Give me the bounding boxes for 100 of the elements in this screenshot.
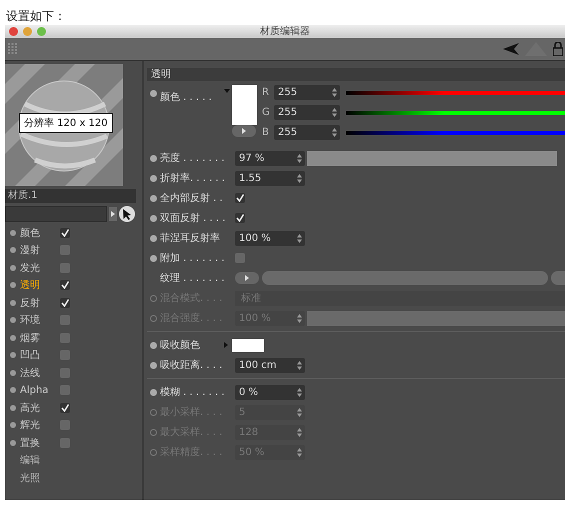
color-swatch[interactable] bbox=[232, 338, 264, 352]
channel-dot bbox=[10, 247, 16, 254]
channel-dot bbox=[10, 370, 16, 376]
channel-checkbox[interactable] bbox=[60, 262, 70, 273]
channel-checkbox[interactable] bbox=[60, 315, 70, 326]
parameter-checkbox[interactable] bbox=[235, 253, 245, 263]
material-name-field[interactable]: 材质.1 bbox=[5, 189, 136, 203]
channel-item[interactable]: 高光 bbox=[20, 400, 56, 415]
channel-checkbox[interactable] bbox=[60, 350, 70, 360]
channel-dot bbox=[10, 282, 16, 288]
channel-letter: B bbox=[262, 127, 270, 138]
parameter-label: 吸收颜色 bbox=[160, 338, 201, 352]
value-field[interactable]: 0 % bbox=[235, 384, 305, 400]
channel-item[interactable]: 颜色 bbox=[20, 226, 56, 240]
value-field[interactable]: 97 % bbox=[235, 150, 305, 166]
slider-fill[interactable] bbox=[307, 150, 558, 166]
section-header: 透明 bbox=[147, 68, 565, 81]
channel-checkbox[interactable] bbox=[60, 438, 70, 448]
channel-item[interactable]: 光照 bbox=[20, 470, 56, 485]
channel-checkbox[interactable] bbox=[60, 280, 70, 290]
pointer-icon[interactable] bbox=[119, 206, 135, 222]
spinner-icon[interactable] bbox=[297, 428, 302, 436]
parameter-label: 折射率. . . . . . bbox=[160, 172, 226, 185]
channel-checkbox[interactable] bbox=[60, 298, 70, 308]
parameter-label: 全内部反射 . . bbox=[160, 192, 224, 205]
channel-dot bbox=[10, 264, 16, 271]
spinner-icon[interactable] bbox=[332, 88, 337, 97]
spinner-icon[interactable] bbox=[297, 360, 302, 370]
channel-item[interactable]: 透明 bbox=[20, 278, 56, 292]
value-field[interactable]: 100 cm bbox=[235, 358, 305, 372]
spinner-icon[interactable] bbox=[297, 234, 302, 242]
channel-item[interactable]: 反射 bbox=[20, 296, 56, 310]
resolution-tooltip: 分辨率 120 x 120 bbox=[19, 113, 113, 133]
channel-checkbox[interactable] bbox=[60, 420, 70, 430]
channel-item[interactable]: 凹凸 bbox=[20, 348, 56, 362]
window-title: 材质编辑器 bbox=[260, 25, 310, 38]
channel-letter: G bbox=[262, 107, 271, 118]
channel-item[interactable]: 法线 bbox=[20, 366, 56, 380]
parameter-checkbox[interactable] bbox=[235, 193, 245, 203]
spinner-icon[interactable] bbox=[297, 314, 302, 322]
parameter-label: 附加 . . . . . . . bbox=[160, 252, 226, 265]
parameter-label: 纹理 . . . . . . . bbox=[160, 272, 226, 285]
spinner-icon[interactable] bbox=[297, 174, 302, 182]
spinner-icon[interactable] bbox=[297, 388, 302, 396]
search-field[interactable] bbox=[5, 206, 107, 222]
expand-button[interactable] bbox=[235, 272, 259, 284]
channel-item[interactable]: 环境 bbox=[20, 313, 56, 328]
channel-item[interactable]: 辉光 bbox=[20, 418, 56, 432]
channel-item[interactable]: 编辑 bbox=[20, 453, 56, 468]
channel-checkbox[interactable] bbox=[60, 228, 70, 238]
close-button[interactable] bbox=[9, 27, 18, 36]
channel-checkbox[interactable] bbox=[60, 385, 70, 396]
value-field[interactable]: 100 % bbox=[235, 230, 305, 246]
spinner-icon[interactable] bbox=[332, 128, 337, 137]
channel-item[interactable]: 置换 bbox=[20, 436, 56, 450]
intro-text: 设置如下： bbox=[5, 8, 67, 25]
minimize-button[interactable] bbox=[23, 27, 32, 36]
channel-letter: R bbox=[262, 87, 270, 98]
zoom-button[interactable] bbox=[37, 27, 46, 36]
expand-button[interactable] bbox=[232, 125, 256, 137]
channel-dot bbox=[10, 387, 16, 394]
parameter-label: 双面反射 . . . . bbox=[160, 212, 226, 225]
channel-dot bbox=[10, 404, 16, 411]
lock-icon[interactable] bbox=[553, 42, 563, 56]
parameter-checkbox[interactable] bbox=[235, 213, 245, 223]
channel-checkbox[interactable] bbox=[60, 368, 70, 378]
parameter-label: 亮度 . . . . . . . bbox=[160, 152, 226, 165]
play-icon bbox=[242, 128, 246, 134]
channel-item[interactable]: 漫射 bbox=[20, 243, 56, 258]
channel-item[interactable]: Alpha bbox=[20, 384, 56, 396]
channel-item[interactable]: 烟雾 bbox=[20, 330, 56, 345]
spinner-icon[interactable] bbox=[297, 408, 302, 416]
channel-checkbox[interactable] bbox=[60, 402, 70, 413]
channel-item[interactable]: 发光 bbox=[20, 260, 56, 275]
value-field[interactable]: 255 bbox=[274, 85, 340, 100]
channel-checkbox[interactable] bbox=[60, 245, 70, 256]
color-gradient-slider[interactable] bbox=[346, 130, 565, 134]
channel-dot bbox=[10, 422, 16, 428]
caret-icon[interactable] bbox=[224, 89, 230, 93]
parameter-label: 吸收距离. . . . bbox=[160, 358, 224, 372]
color-swatch[interactable] bbox=[232, 85, 257, 125]
value-field[interactable]: 255 bbox=[274, 105, 340, 120]
expand-button[interactable] bbox=[109, 207, 117, 221]
channel-dot bbox=[10, 440, 16, 446]
channel-checkbox[interactable] bbox=[60, 332, 70, 343]
play-icon bbox=[111, 211, 115, 217]
parameter-label: 颜色 . . . . . bbox=[160, 90, 213, 104]
back-arrow-icon[interactable] bbox=[503, 43, 519, 55]
value-field[interactable]: 255 bbox=[274, 125, 340, 140]
value-field[interactable]: 1.55 bbox=[235, 170, 305, 186]
channel-dot bbox=[10, 334, 16, 341]
parameter-label: 菲涅耳反射率 bbox=[160, 232, 221, 245]
spinner-icon[interactable] bbox=[332, 108, 337, 117]
parameter-label: 模糊 . . . . . . . bbox=[160, 386, 226, 399]
spinner-icon[interactable] bbox=[297, 448, 302, 456]
color-gradient-slider[interactable] bbox=[346, 90, 565, 94]
color-gradient-slider[interactable] bbox=[346, 110, 565, 114]
grip-icon[interactable] bbox=[8, 43, 18, 55]
expand-arrow-icon[interactable] bbox=[224, 342, 228, 348]
spinner-icon[interactable] bbox=[297, 154, 302, 162]
